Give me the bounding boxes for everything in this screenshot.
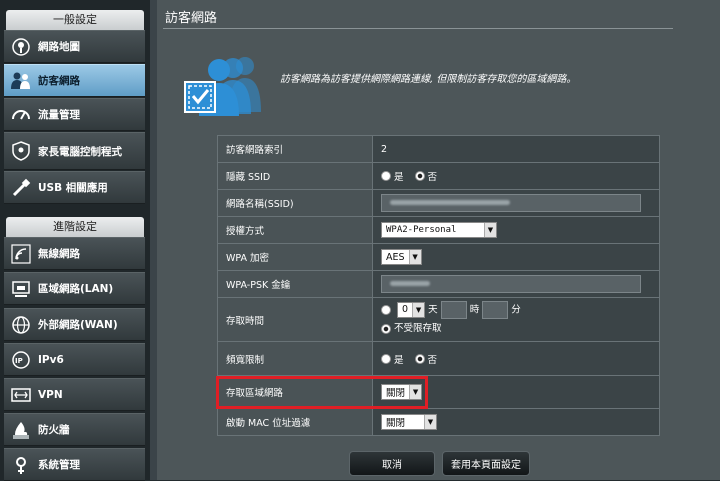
chevron-down-icon: ▼ xyxy=(408,250,421,264)
title-divider xyxy=(163,28,673,29)
guest-network-icon xyxy=(10,70,32,92)
sidebar-item-ipv6[interactable]: IP IPv6 xyxy=(4,343,145,376)
auth-method-label: 授權方式 xyxy=(217,216,373,244)
sidebar-item-label: 防火牆 xyxy=(38,424,70,436)
index-value: 2 xyxy=(372,135,660,163)
administration-icon xyxy=(10,454,32,476)
parental-control-icon xyxy=(10,140,32,162)
table-row: 訪客網路索引 2 xyxy=(217,135,660,163)
sidebar-item-label: 外部網路(WAN) xyxy=(38,319,118,331)
sidebar-item-label: VPN xyxy=(38,388,63,401)
no-label: 否 xyxy=(427,172,438,183)
index-label: 訪客網路索引 xyxy=(217,135,373,163)
mac-filter-select[interactable]: 關閉 ▼ xyxy=(381,414,437,430)
sidebar-item-label: 網路地圖 xyxy=(38,41,80,53)
usb-icon xyxy=(10,177,32,199)
sidebar-item-label: 訪客網路 xyxy=(38,75,80,87)
svg-text:IP: IP xyxy=(15,357,23,365)
lan-icon xyxy=(10,278,32,300)
general-section-header: 一般設定 xyxy=(6,10,144,30)
vpn-icon xyxy=(10,384,32,406)
ssid-input[interactable] xyxy=(381,194,641,212)
auth-method-select[interactable]: WPA2-Personal ▼ xyxy=(381,222,497,238)
day-select[interactable]: 0 ▼ xyxy=(397,302,426,318)
psk-key-input[interactable] xyxy=(381,275,641,293)
guest-group-icon xyxy=(179,52,271,124)
wpa-encryption-label: WPA 加密 xyxy=(217,243,373,271)
sidebar-item-wireless[interactable]: 無線網路 xyxy=(4,237,145,270)
sidebar-item-label: 家長電腦控制程式 xyxy=(38,145,122,158)
sidebar-item-administration[interactable]: 系統管理 xyxy=(4,448,145,481)
ipv6-icon: IP xyxy=(10,349,32,371)
bandwidth-limit-label: 頻寬限制 xyxy=(217,341,373,376)
table-row: 啟動 MAC 位址過濾 關閉 ▼ xyxy=(217,408,660,436)
table-row: 網路名稱(SSID) xyxy=(217,189,660,217)
page-description: 訪客網路為訪客提供網際網路連線, 但限制訪客存取您的區域網路。 xyxy=(280,74,577,85)
psk-key-label: WPA-PSK 金鑰 xyxy=(217,270,373,298)
table-row: 頻寬限制 是 否 xyxy=(217,341,660,376)
sidebar-item-network-map[interactable]: 網路地圖 xyxy=(4,30,145,63)
unlimited-access-label: 不受限存取 xyxy=(394,322,442,334)
ssid-label: 網路名稱(SSID) xyxy=(217,189,373,217)
sidebar-item-label: 系統管理 xyxy=(38,459,80,471)
traffic-manager-icon xyxy=(10,104,32,126)
yes-label: 是 xyxy=(394,354,404,366)
sidebar-divider xyxy=(150,0,157,480)
sidebar-item-label: 流量管理 xyxy=(38,109,80,121)
sidebar-item-wan[interactable]: 外部網路(WAN) xyxy=(4,308,145,341)
day-unit: 天 xyxy=(428,304,438,316)
limited-time-radio[interactable] xyxy=(381,305,391,315)
minute-input[interactable] xyxy=(482,301,509,319)
mac-filter-label: 啟動 MAC 位址過濾 xyxy=(217,408,373,436)
hour-input[interactable] xyxy=(440,301,467,319)
sidebar-item-usb[interactable]: USB 相關應用 xyxy=(4,171,145,204)
table-row: WPA 加密 AES ▼ xyxy=(217,243,660,271)
bandwidth-yes-radio[interactable] xyxy=(381,353,391,364)
hide-ssid-no-radio[interactable] xyxy=(414,171,425,181)
sidebar-item-guest-network[interactable]: 訪客網路 xyxy=(4,64,145,97)
sidebar-item-traffic-manager[interactable]: 流量管理 xyxy=(4,98,145,131)
no-label: 否 xyxy=(427,354,438,366)
sidebar-item-label: 區域網路(LAN) xyxy=(38,283,114,295)
sidebar-item-label: USB 相關應用 xyxy=(38,182,108,194)
chevron-down-icon: ▼ xyxy=(484,223,496,237)
sidebar-item-vpn[interactable]: VPN xyxy=(4,378,145,411)
firewall-icon xyxy=(10,419,32,441)
bandwidth-no-radio[interactable] xyxy=(414,353,425,364)
table-row: 存取時間 0 ▼ 天 時 分 不受限存取 xyxy=(217,297,660,342)
wireless-icon xyxy=(10,243,32,265)
access-time-label: 存取時間 xyxy=(217,297,373,342)
table-row: 隱藏 SSID 是 否 xyxy=(217,162,660,190)
sidebar-item-label: 無線網路 xyxy=(38,248,80,260)
unlimited-access-radio[interactable] xyxy=(381,323,391,334)
sidebar: 一般設定 網路地圖 訪客網路 流量管理 家長電腦控制程式 USB 相關應用 進階… xyxy=(0,0,150,481)
wan-globe-icon xyxy=(10,314,32,336)
hide-ssid-yes-radio[interactable] xyxy=(381,171,391,181)
wpa-encryption-select[interactable]: AES ▼ xyxy=(381,249,422,265)
table-row: WPA-PSK 金鑰 xyxy=(217,270,660,298)
hide-ssid-label: 隱藏 SSID xyxy=(217,162,373,190)
sidebar-item-label: IPv6 xyxy=(38,353,64,366)
network-map-icon xyxy=(10,36,32,58)
cancel-button[interactable]: 取消 xyxy=(349,451,435,476)
advanced-section-header: 進階設定 xyxy=(6,217,144,237)
yes-label: 是 xyxy=(394,172,404,183)
hour-unit: 時 xyxy=(469,304,480,316)
sidebar-item-parental-control[interactable]: 家長電腦控制程式 xyxy=(4,132,145,170)
chevron-down-icon: ▼ xyxy=(412,303,425,317)
page-title: 訪客網路 xyxy=(165,11,218,26)
minute-unit: 分 xyxy=(511,304,521,316)
table-row: 授權方式 WPA2-Personal ▼ xyxy=(217,216,660,244)
sidebar-item-firewall[interactable]: 防火牆 xyxy=(4,413,145,446)
highlight-box xyxy=(216,376,428,409)
chevron-down-icon: ▼ xyxy=(424,415,436,429)
sidebar-item-lan[interactable]: 區域網路(LAN) xyxy=(4,272,145,305)
apply-button[interactable]: 套用本頁面設定 xyxy=(442,451,530,476)
